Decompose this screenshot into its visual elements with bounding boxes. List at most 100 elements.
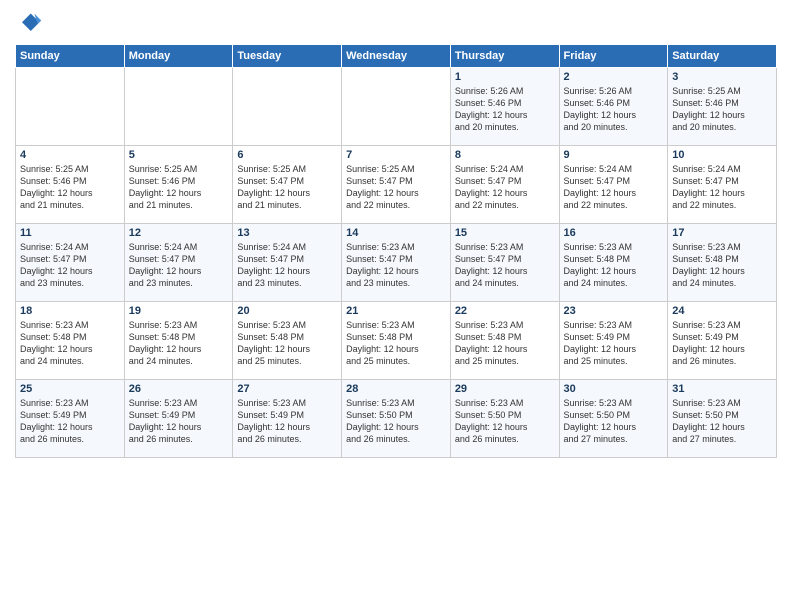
calendar-cell: 14 Sunrise: 5:23 AM Sunset: 5:47 PM Dayli… (342, 224, 451, 302)
calendar-cell: 26Sunrise: 5:23 AM Sunset: 5:49 PM Dayli… (124, 380, 233, 458)
calendar-cell: 4 Sunrise: 5:25 AM Sunset: 5:46 PM Daylig… (16, 146, 125, 224)
day-number: 20 (237, 305, 337, 317)
week-row-2: 11 Sunrise: 5:24 AM Sunset: 5:47 PM Dayli… (16, 224, 777, 302)
calendar-cell (233, 68, 342, 146)
calendar-cell: 3 Sunrise: 5:25 AM Sunset: 5:46 PM Daylig… (668, 68, 777, 146)
calendar-cell: 27 Sunrise: 5:23 AM Sunset: 5:49 PM Dayli… (233, 380, 342, 458)
calendar-cell: 6 Sunrise: 5:25 AM Sunset: 5:47 PM Daylig… (233, 146, 342, 224)
day-number: 24 (672, 305, 772, 317)
day-number: 16 (564, 227, 664, 239)
week-row-1: 4 Sunrise: 5:25 AM Sunset: 5:46 PM Daylig… (16, 146, 777, 224)
weekday-header-wednesday: Wednesday (342, 45, 451, 68)
day-info: Sunrise: 5:23 AM Sunset: 5:48 PM Dayligh… (564, 241, 664, 290)
day-info: Sunrise: 5:25 AM Sunset: 5:47 PM Dayligh… (346, 163, 446, 212)
day-number: 3 (672, 71, 772, 83)
calendar-cell: 17 Sunrise: 5:23 AM Sunset: 5:48 PM Dayli… (668, 224, 777, 302)
day-info: Sunrise: 5:23 AM Sunset: 5:47 PM Dayligh… (346, 241, 446, 290)
calendar-cell (342, 68, 451, 146)
weekday-header-monday: Monday (124, 45, 233, 68)
day-number: 17 (672, 227, 772, 239)
day-info: Sunrise: 5:25 AM Sunset: 5:46 PM Dayligh… (20, 163, 120, 212)
calendar-cell: 25 Sunrise: 5:23 AM Sunset: 5:49 PM Dayli… (16, 380, 125, 458)
day-number: 13 (237, 227, 337, 239)
day-info: Sunrise: 5:23 AM Sunset: 5:48 PM Dayligh… (129, 319, 229, 368)
day-info: Sunrise: 5:24 AM Sunset: 5:47 PM Dayligh… (237, 241, 337, 290)
day-info: Sunrise: 5:23 AM Sunset: 5:50 PM Dayligh… (564, 397, 664, 446)
calendar-cell: 22Sunrise: 5:23 AM Sunset: 5:48 PM Dayli… (450, 302, 559, 380)
day-info: Sunrise: 5:23 AM Sunset: 5:50 PM Dayligh… (455, 397, 555, 446)
day-info: Sunrise: 5:25 AM Sunset: 5:46 PM Dayligh… (672, 85, 772, 134)
day-info: Sunrise: 5:23 AM Sunset: 5:47 PM Dayligh… (455, 241, 555, 290)
day-number: 9 (564, 149, 664, 161)
day-number: 23 (564, 305, 664, 317)
day-number: 12 (129, 227, 229, 239)
header (15, 10, 777, 38)
day-number: 7 (346, 149, 446, 161)
calendar-cell: 24 Sunrise: 5:23 AM Sunset: 5:49 PM Dayli… (668, 302, 777, 380)
day-info: Sunrise: 5:23 AM Sunset: 5:48 PM Dayligh… (672, 241, 772, 290)
day-info: Sunrise: 5:26 AM Sunset: 5:46 PM Dayligh… (455, 85, 555, 134)
day-info: Sunrise: 5:24 AM Sunset: 5:47 PM Dayligh… (564, 163, 664, 212)
day-info: Sunrise: 5:23 AM Sunset: 5:49 PM Dayligh… (20, 397, 120, 446)
day-info: Sunrise: 5:23 AM Sunset: 5:48 PM Dayligh… (455, 319, 555, 368)
calendar-cell: 31 Sunrise: 5:23 AM Sunset: 5:50 PM Dayli… (668, 380, 777, 458)
day-info: Sunrise: 5:26 AM Sunset: 5:46 PM Dayligh… (564, 85, 664, 134)
day-number: 26 (129, 383, 229, 395)
calendar-cell: 9 Sunrise: 5:24 AM Sunset: 5:47 PM Daylig… (559, 146, 668, 224)
page: SundayMondayTuesdayWednesdayThursdayFrid… (0, 0, 792, 612)
day-number: 2 (564, 71, 664, 83)
day-info: Sunrise: 5:24 AM Sunset: 5:47 PM Dayligh… (20, 241, 120, 290)
calendar-cell: 15 Sunrise: 5:23 AM Sunset: 5:47 PM Dayli… (450, 224, 559, 302)
day-info: Sunrise: 5:25 AM Sunset: 5:46 PM Dayligh… (129, 163, 229, 212)
calendar-cell (124, 68, 233, 146)
calendar-cell: 21Sunrise: 5:23 AM Sunset: 5:48 PM Dayli… (342, 302, 451, 380)
day-number: 25 (20, 383, 120, 395)
day-number: 1 (455, 71, 555, 83)
calendar-cell: 12 Sunrise: 5:24 AM Sunset: 5:47 PM Dayli… (124, 224, 233, 302)
day-number: 28 (346, 383, 446, 395)
calendar-cell: 16 Sunrise: 5:23 AM Sunset: 5:48 PM Dayli… (559, 224, 668, 302)
week-row-0: 1 Sunrise: 5:26 AM Sunset: 5:46 PM Daylig… (16, 68, 777, 146)
day-number: 4 (20, 149, 120, 161)
day-number: 14 (346, 227, 446, 239)
day-info: Sunrise: 5:24 AM Sunset: 5:47 PM Dayligh… (455, 163, 555, 212)
calendar-cell: 2 Sunrise: 5:26 AM Sunset: 5:46 PM Daylig… (559, 68, 668, 146)
calendar-cell: 8 Sunrise: 5:24 AM Sunset: 5:47 PM Daylig… (450, 146, 559, 224)
calendar-cell: 23 Sunrise: 5:23 AM Sunset: 5:49 PM Dayli… (559, 302, 668, 380)
week-row-4: 25 Sunrise: 5:23 AM Sunset: 5:49 PM Dayli… (16, 380, 777, 458)
weekday-header-row: SundayMondayTuesdayWednesdayThursdayFrid… (16, 45, 777, 68)
calendar-cell: 11 Sunrise: 5:24 AM Sunset: 5:47 PM Dayli… (16, 224, 125, 302)
calendar: SundayMondayTuesdayWednesdayThursdayFrid… (15, 44, 777, 458)
day-info: Sunrise: 5:23 AM Sunset: 5:50 PM Dayligh… (672, 397, 772, 446)
calendar-cell: 1 Sunrise: 5:26 AM Sunset: 5:46 PM Daylig… (450, 68, 559, 146)
day-info: Sunrise: 5:23 AM Sunset: 5:50 PM Dayligh… (346, 397, 446, 446)
calendar-cell (16, 68, 125, 146)
day-number: 10 (672, 149, 772, 161)
day-number: 11 (20, 227, 120, 239)
day-number: 6 (237, 149, 337, 161)
day-info: Sunrise: 5:23 AM Sunset: 5:48 PM Dayligh… (20, 319, 120, 368)
weekday-header-saturday: Saturday (668, 45, 777, 68)
day-number: 27 (237, 383, 337, 395)
day-info: Sunrise: 5:25 AM Sunset: 5:47 PM Dayligh… (237, 163, 337, 212)
day-number: 8 (455, 149, 555, 161)
day-info: Sunrise: 5:23 AM Sunset: 5:49 PM Dayligh… (564, 319, 664, 368)
day-info: Sunrise: 5:23 AM Sunset: 5:49 PM Dayligh… (237, 397, 337, 446)
calendar-cell: 5Sunrise: 5:25 AM Sunset: 5:46 PM Daylig… (124, 146, 233, 224)
calendar-cell: 13 Sunrise: 5:24 AM Sunset: 5:47 PM Dayli… (233, 224, 342, 302)
weekday-header-sunday: Sunday (16, 45, 125, 68)
calendar-cell: 28 Sunrise: 5:23 AM Sunset: 5:50 PM Dayli… (342, 380, 451, 458)
week-row-3: 18 Sunrise: 5:23 AM Sunset: 5:48 PM Dayli… (16, 302, 777, 380)
logo (15, 10, 47, 38)
calendar-cell: 20Sunrise: 5:23 AM Sunset: 5:48 PM Dayli… (233, 302, 342, 380)
day-info: Sunrise: 5:23 AM Sunset: 5:48 PM Dayligh… (346, 319, 446, 368)
day-number: 18 (20, 305, 120, 317)
day-info: Sunrise: 5:23 AM Sunset: 5:49 PM Dayligh… (672, 319, 772, 368)
calendar-cell: 7 Sunrise: 5:25 AM Sunset: 5:47 PM Daylig… (342, 146, 451, 224)
weekday-header-friday: Friday (559, 45, 668, 68)
day-info: Sunrise: 5:24 AM Sunset: 5:47 PM Dayligh… (129, 241, 229, 290)
day-number: 29 (455, 383, 555, 395)
day-number: 31 (672, 383, 772, 395)
calendar-cell: 10Sunrise: 5:24 AM Sunset: 5:47 PM Dayli… (668, 146, 777, 224)
day-number: 15 (455, 227, 555, 239)
